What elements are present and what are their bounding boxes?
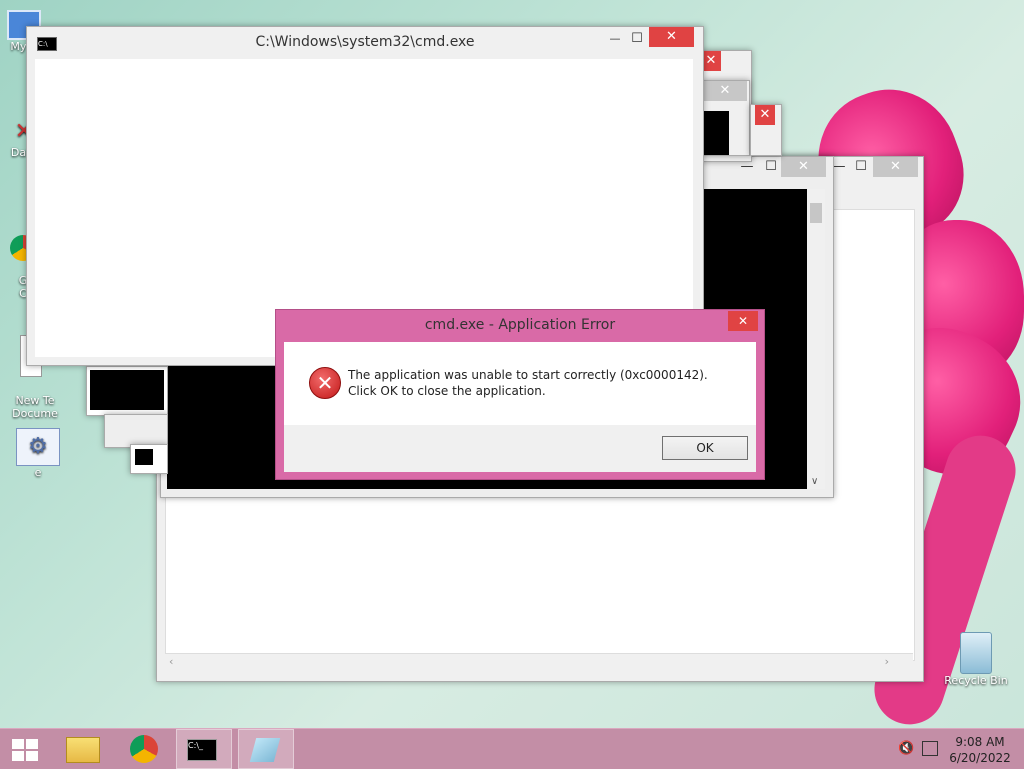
volume-muted-icon[interactable]: 🔇 xyxy=(898,741,914,756)
horizontal-scrollbar[interactable]: ‹ › xyxy=(165,653,913,670)
console-area xyxy=(703,111,729,155)
scroll-left-icon[interactable]: ‹ xyxy=(169,655,173,668)
clock-date: 6/20/2022 xyxy=(949,751,1011,765)
stacked-window[interactable] xyxy=(86,366,168,416)
scroll-down-icon[interactable]: ∨ xyxy=(811,476,818,487)
settings-app-icon: ⚙ xyxy=(16,428,60,466)
stacked-window[interactable] xyxy=(130,444,168,474)
close-button[interactable]: ✕ xyxy=(755,105,775,125)
windows-logo-icon xyxy=(12,739,38,761)
taskbar: C:\_ 🔇 9:08 AM 6/20/2022 xyxy=(0,728,1024,769)
close-button[interactable]: ✕ xyxy=(701,51,721,71)
notepad-icon xyxy=(249,738,281,762)
clock[interactable]: 9:08 AM 6/20/2022 xyxy=(944,734,1016,766)
dialog-titlebar[interactable]: cmd.exe - Application Error ✕ xyxy=(276,310,764,340)
file-explorer-button[interactable] xyxy=(56,729,112,769)
stacked-window[interactable] xyxy=(104,414,168,448)
vertical-scrollbar[interactable]: ∨ xyxy=(807,189,825,489)
ok-button[interactable]: OK xyxy=(662,436,748,460)
dialog-footer: OK xyxy=(284,425,756,472)
desktop-icon-recycle-bin[interactable]: Recycle Bin xyxy=(940,632,1012,687)
maximize-button[interactable]: ☐ xyxy=(847,157,875,177)
console-area xyxy=(90,370,164,410)
network-icon[interactable] xyxy=(922,741,938,756)
scrollbar-thumb[interactable] xyxy=(810,203,822,223)
chrome-icon xyxy=(130,735,158,763)
clock-time: 9:08 AM xyxy=(955,735,1005,749)
maximize-button[interactable]: ☐ xyxy=(623,29,651,49)
cmd-taskbar-button[interactable]: C:\_ xyxy=(176,729,232,769)
error-dialog[interactable]: cmd.exe - Application Error ✕ ✕ The appl… xyxy=(275,309,765,480)
start-button[interactable] xyxy=(0,729,46,769)
desktop-icon-e[interactable]: ⚙ e xyxy=(14,428,62,479)
stacked-window[interactable]: ✕ xyxy=(702,80,750,156)
close-button[interactable]: ✕ xyxy=(781,157,826,177)
close-button[interactable]: ✕ xyxy=(703,81,747,101)
recycle-bin-icon xyxy=(960,632,992,674)
close-button[interactable]: ✕ xyxy=(873,157,918,177)
error-icon: ✕ xyxy=(309,367,341,399)
cmd-icon: C:\_ xyxy=(187,739,217,761)
error-message: The application was unable to start corr… xyxy=(348,368,708,398)
file-explorer-icon xyxy=(66,737,100,763)
chrome-button[interactable] xyxy=(118,729,174,769)
console-area xyxy=(135,449,153,465)
cmd-window-titlebar[interactable]: C:\ C:\Windows\system32\cmd.exe — ☐ ✕ xyxy=(27,27,703,57)
close-button[interactable]: ✕ xyxy=(728,311,758,331)
stacked-window[interactable]: ✕ xyxy=(750,104,782,156)
dialog-body: ✕ The application was unable to start co… xyxy=(284,342,756,472)
scroll-right-icon[interactable]: › xyxy=(885,655,889,668)
notepad-taskbar-button[interactable] xyxy=(238,729,294,769)
dialog-title: cmd.exe - Application Error xyxy=(424,317,616,333)
close-button[interactable]: ✕ xyxy=(649,27,694,47)
